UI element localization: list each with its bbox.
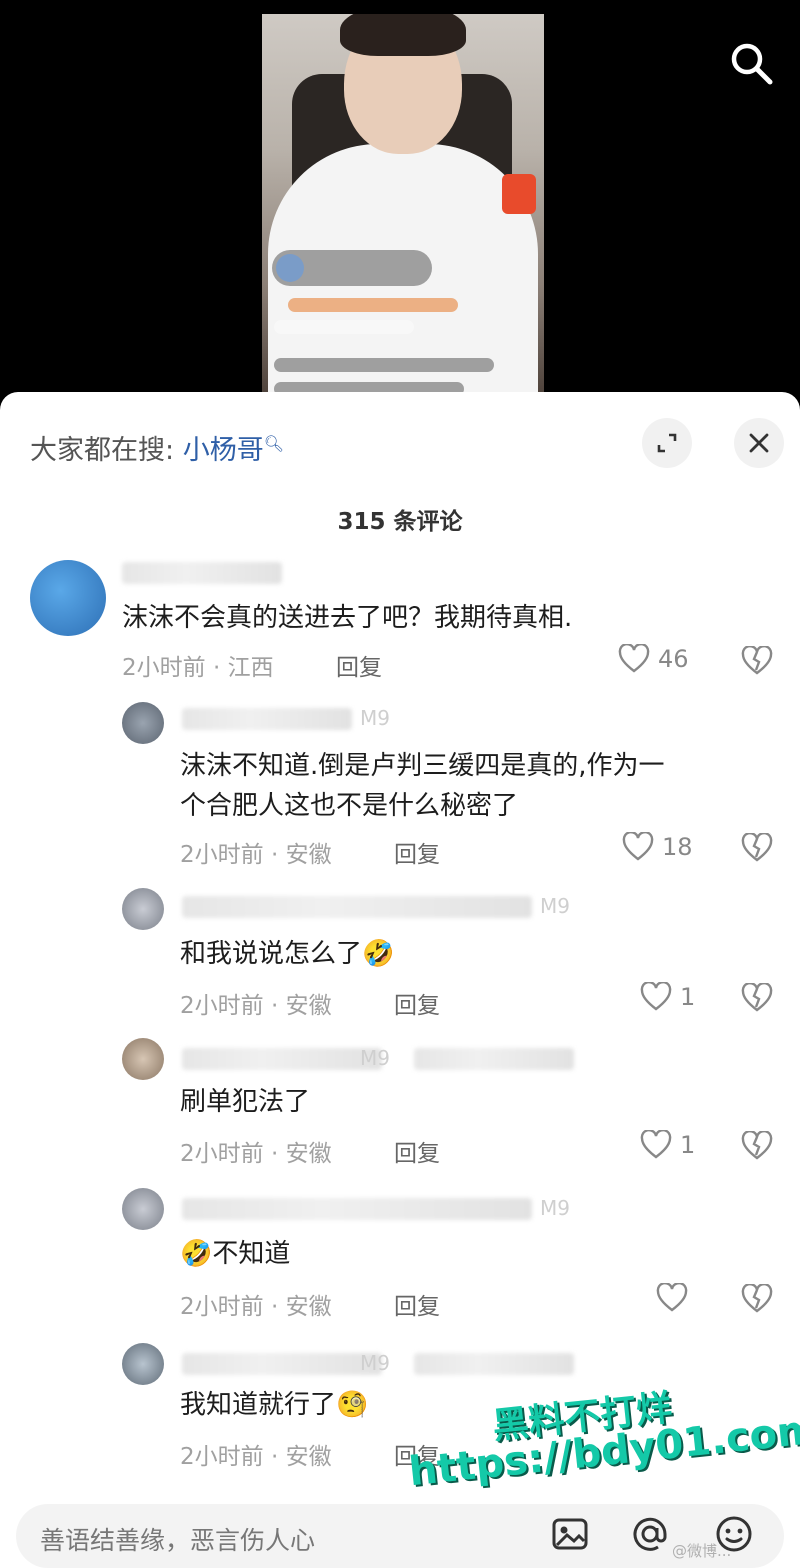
broken-heart-icon[interactable] bbox=[740, 1284, 774, 1314]
like-button[interactable]: 1 bbox=[640, 1130, 695, 1160]
comment-input[interactable]: 善语结善缘，恶言伤人心 bbox=[40, 1521, 315, 1557]
comment-text: 和我说说怎么了🤣 bbox=[180, 934, 394, 974]
heart-icon bbox=[640, 1130, 672, 1159]
like-button[interactable]: 46 bbox=[618, 644, 689, 674]
trending-search-label: 大家都在搜: bbox=[30, 435, 175, 466]
reply-button[interactable]: 回复 bbox=[336, 648, 382, 682]
avatar[interactable] bbox=[122, 888, 164, 930]
avatar[interactable] bbox=[30, 560, 106, 636]
comment-sheet: 大家都在搜: 小杨哥🔍︎ 315 条评论 沫沫不会真的送进去了吧？我期待真相. … bbox=[0, 392, 800, 1568]
avatar[interactable] bbox=[122, 1188, 164, 1230]
avatar[interactable] bbox=[122, 702, 164, 744]
video-thumbnail bbox=[262, 14, 544, 400]
comment-meta: 2小时前 · 江西 bbox=[122, 655, 274, 681]
expand-button[interactable] bbox=[642, 418, 692, 468]
heart-icon bbox=[656, 1283, 688, 1312]
expand-icon bbox=[657, 433, 677, 453]
reply-item: M9 和我说说怎么了🤣 2小时前 · 安徽 回复 1 bbox=[0, 882, 800, 1022]
comment-text: 刷单犯法了 bbox=[180, 1087, 311, 1117]
thinking-emoji: 🧐 bbox=[336, 1390, 369, 1420]
video-person-hair bbox=[340, 14, 466, 56]
comment-text: 个合肥人这也不是什么秘密了 bbox=[180, 791, 519, 821]
reply-target-blurred[interactable] bbox=[414, 1353, 574, 1375]
reply-item: M9 沫沫不知道.倒是卢判三缓四是真的,作为一 个合肥人这也不是什么秘密了 2小… bbox=[0, 692, 800, 869]
rofl-emoji: 🤣 bbox=[362, 939, 395, 969]
search-icon[interactable] bbox=[726, 38, 776, 88]
comment-text: 沫沫不会真的送进去了吧？我期待真相. bbox=[122, 603, 573, 633]
trending-search[interactable]: 大家都在搜: 小杨哥🔍︎ bbox=[30, 428, 284, 467]
username-level: M9 bbox=[360, 1351, 390, 1375]
username-level: M9 bbox=[540, 894, 570, 918]
like-count: 46 bbox=[658, 645, 689, 673]
weibo-watermark: @微博... bbox=[672, 1542, 732, 1560]
reply-button[interactable]: 回复 bbox=[394, 1287, 440, 1321]
username-level: M9 bbox=[540, 1196, 570, 1220]
username-blurred[interactable] bbox=[182, 708, 352, 730]
image-icon[interactable] bbox=[548, 1512, 592, 1556]
username-blurred[interactable] bbox=[182, 1198, 532, 1220]
comment-text-body: 不知道 bbox=[212, 1239, 291, 1269]
at-icon[interactable] bbox=[628, 1512, 672, 1556]
comment-meta: 2小时前 · 安徽 bbox=[180, 842, 332, 868]
video-chat-line bbox=[274, 358, 494, 372]
reply-button[interactable]: 回复 bbox=[394, 1134, 440, 1168]
like-button[interactable] bbox=[656, 1283, 696, 1313]
video-user-avatar bbox=[276, 254, 304, 282]
username-blurred[interactable] bbox=[122, 562, 282, 584]
username-blurred[interactable] bbox=[182, 1048, 382, 1070]
reply-item: M9 刷单犯法了 2小时前 · 安徽 回复 1 bbox=[0, 1032, 800, 1172]
comment-item: 沫沫不会真的送进去了吧？我期待真相. 2小时前 · 江西 回复 46 bbox=[0, 552, 800, 682]
comment-meta: 2小时前 · 安徽 bbox=[180, 1294, 332, 1320]
reply-button[interactable]: 回复 bbox=[394, 986, 440, 1020]
comment-text: 我知道就行了🧐 bbox=[180, 1385, 368, 1425]
heart-icon bbox=[618, 644, 650, 673]
close-button[interactable] bbox=[734, 418, 784, 468]
comment-text-body: 我知道就行了 bbox=[180, 1390, 337, 1420]
like-button[interactable]: 1 bbox=[640, 982, 695, 1012]
username-blurred[interactable] bbox=[182, 1353, 382, 1375]
video-chat-line bbox=[274, 320, 414, 334]
username-level: M9 bbox=[360, 1046, 390, 1070]
trending-search-keyword[interactable]: 小杨哥 bbox=[183, 435, 264, 466]
rofl-emoji: 🤣 bbox=[180, 1239, 213, 1269]
comment-text-body: 和我说说怎么了 bbox=[180, 939, 363, 969]
comment-meta: 2小时前 · 安徽 bbox=[180, 993, 332, 1019]
heart-icon bbox=[622, 832, 654, 861]
video-banner bbox=[288, 298, 458, 312]
comment-meta: 2小时前 · 安徽 bbox=[180, 1141, 332, 1167]
comment-count: 315 条评论 bbox=[337, 509, 463, 535]
broken-heart-icon[interactable] bbox=[740, 1131, 774, 1161]
like-count: 1 bbox=[680, 1131, 696, 1159]
search-small-icon: 🔍︎ bbox=[263, 434, 285, 453]
reply-item: M9 🤣不知道 2小时前 · 安徽 回复 bbox=[0, 1182, 800, 1327]
comment-meta: 2小时前 · 安徽 bbox=[180, 1444, 332, 1470]
avatar[interactable] bbox=[122, 1038, 164, 1080]
like-count: 1 bbox=[680, 983, 696, 1011]
heart-icon bbox=[640, 982, 672, 1011]
username-level: M9 bbox=[360, 706, 390, 730]
comment-text: 🤣不知道 bbox=[180, 1234, 290, 1274]
broken-heart-icon[interactable] bbox=[740, 983, 774, 1013]
close-icon bbox=[749, 433, 769, 453]
reply-button[interactable]: 回复 bbox=[394, 835, 440, 869]
broken-heart-icon[interactable] bbox=[740, 646, 774, 676]
like-count: 18 bbox=[662, 833, 693, 861]
broken-heart-icon[interactable] bbox=[740, 833, 774, 863]
like-button[interactable]: 18 bbox=[622, 832, 693, 862]
comment-text: 沫沫不知道.倒是卢判三缓四是真的,作为一 bbox=[180, 751, 665, 781]
live-video-area[interactable] bbox=[0, 0, 800, 400]
avatar[interactable] bbox=[122, 1343, 164, 1385]
reply-target-blurred[interactable] bbox=[414, 1048, 574, 1070]
comment-input-bar[interactable]: 善语结善缘，恶言伤人心 bbox=[16, 1504, 784, 1568]
username-blurred[interactable] bbox=[182, 896, 532, 918]
video-badge bbox=[502, 174, 536, 214]
